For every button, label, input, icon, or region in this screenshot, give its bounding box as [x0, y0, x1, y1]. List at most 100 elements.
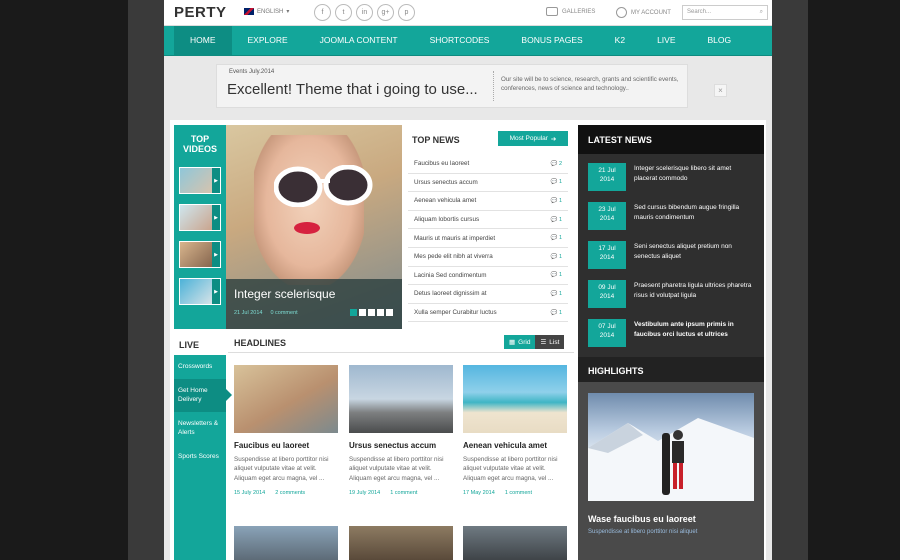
facebook-icon[interactable]: f — [314, 4, 331, 21]
card-date: 19 July 2014 — [349, 490, 381, 497]
language-label: ENGLISH — [257, 8, 284, 15]
count-value: 1 — [558, 235, 562, 242]
slider-dot[interactable] — [386, 309, 393, 316]
ticker-date: Events July.2014 — [229, 69, 275, 75]
grid-view-button[interactable]: ▦ Grid — [504, 335, 536, 349]
comment-count: 💬 1 — [550, 216, 562, 223]
card-comments[interactable]: 1 comment — [505, 490, 532, 496]
hero-title[interactable]: Integer scelerisque — [234, 287, 335, 301]
highlight-image[interactable] — [588, 393, 754, 501]
google-plus-icon[interactable]: g+ — [377, 4, 394, 21]
slider-dot[interactable] — [377, 309, 384, 316]
slider-dot[interactable] — [359, 309, 366, 316]
comment-count: 💬 1 — [550, 197, 562, 204]
grid-label: Grid — [518, 338, 531, 346]
live-item-newsletters[interactable]: Newsletters & Alerts — [174, 412, 226, 445]
news-title: Aliquam lobortis cursus — [414, 216, 480, 224]
card-title[interactable]: Aenean vehicula amet — [463, 441, 567, 450]
news-title: Ursus senectus accum — [414, 178, 478, 186]
card-comments[interactable]: 2 comments — [275, 490, 305, 496]
most-popular-button[interactable]: Most Popular ➔ — [498, 131, 568, 146]
slider-dot[interactable] — [350, 309, 357, 316]
galleries-link[interactable]: GALLERIES — [546, 7, 595, 16]
headline-card[interactable]: Aenean vehicula amet Suspendisse at libe… — [463, 365, 567, 496]
nav-item-bonus-pages[interactable]: BONUS PAGES — [505, 26, 598, 55]
highlight-title[interactable]: Wase faucibus eu laoreet — [588, 514, 696, 524]
uk-flag-icon — [244, 8, 254, 15]
card-text: Suspendisse at libero porttitor nisi ali… — [463, 456, 558, 482]
my-account-link[interactable]: MY ACCOUNT — [616, 7, 671, 18]
live-item-home-delivery[interactable]: Get Home Delivery — [174, 379, 232, 413]
search-icon[interactable]: ⌕ — [760, 9, 763, 16]
list-item[interactable]: 21 Jul 2014 Integer scelerisque libero si… — [588, 163, 758, 193]
live-item-crosswords[interactable]: Crosswords — [174, 355, 226, 379]
headline-card[interactable]: Ursus senectus accum Suspendisse at libe… — [349, 365, 453, 496]
nav-item-blog[interactable]: BLOG — [692, 26, 748, 55]
close-icon[interactable]: × — [714, 84, 727, 97]
news-title: Praesent pharetra ligula ultrices pharet… — [634, 282, 752, 300]
comment-count: 💬 2 — [550, 160, 562, 167]
card-image — [463, 365, 567, 433]
list-item[interactable]: 09 Jul 2014 Praesent pharetra ligula ultr… — [588, 280, 758, 310]
headline-card-image[interactable] — [349, 526, 453, 560]
nav-item-k2[interactable]: K2 — [599, 26, 641, 55]
video-thumb[interactable]: ▶ — [179, 278, 221, 305]
list-item[interactable]: Lacinia Sed condimentum 💬 1 — [408, 267, 568, 286]
nav-item-explore[interactable]: EXPLORE — [232, 26, 304, 55]
video-thumb[interactable]: ▶ — [179, 204, 221, 231]
card-image — [349, 365, 453, 433]
nav-item-joomla-content[interactable]: JOOMLA CONTENT — [304, 26, 414, 55]
list-item[interactable]: Mes pede elit nibh at viverra 💬 1 — [408, 248, 568, 267]
hero-comments[interactable]: 0 comment — [270, 310, 297, 316]
video-thumb[interactable]: ▶ — [179, 167, 221, 194]
card-meta: 15 July 2014 2 comments — [234, 490, 338, 496]
hero-caption: Integer scelerisque 21 Jul 2014 0 commen… — [226, 279, 402, 329]
date-day: 23 Jul — [598, 206, 616, 213]
card-comments[interactable]: 1 comment — [390, 490, 417, 496]
list-item[interactable]: Ursus senectus accum 💬 1 — [408, 174, 568, 193]
headline-card-image[interactable] — [463, 526, 567, 560]
divider — [228, 352, 574, 353]
headline-card[interactable]: Faucibus eu laoreet Suspendisse at liber… — [234, 365, 338, 496]
count-value: 1 — [558, 253, 562, 260]
site-logo[interactable]: PERTY — [174, 4, 227, 21]
list-item[interactable]: Faucibus eu laoreet 💬 2 — [408, 155, 568, 174]
ticker-description: Our site will be to science, research, g… — [501, 76, 679, 93]
language-selector[interactable]: ENGLISH ▾ — [244, 8, 289, 15]
comment-count: 💬 1 — [550, 272, 562, 279]
search-input[interactable]: Search... ⌕ — [682, 5, 768, 20]
video-thumb[interactable]: ▶ — [179, 241, 221, 268]
comment-count: 💬 1 — [550, 290, 562, 297]
list-item[interactable]: Xulla semper Curabitur luctus 💬 1 — [408, 304, 568, 323]
headline-card-image[interactable] — [234, 526, 338, 560]
live-item-sports-scores[interactable]: Sports Scores — [174, 445, 226, 469]
card-title[interactable]: Faucibus eu laoreet — [234, 441, 338, 450]
date-year: 2014 — [599, 292, 615, 300]
search-placeholder: Search... — [687, 9, 712, 15]
list-item[interactable]: 07 Jul 2014 Vestibulum ante ipsum primis … — [588, 319, 758, 349]
list-item[interactable]: Aenean vehicula amet 💬 1 — [408, 192, 568, 211]
comment-count: 💬 1 — [550, 309, 562, 316]
card-title[interactable]: Ursus senectus accum — [349, 441, 453, 450]
top-news-title: TOP NEWS — [412, 135, 460, 145]
news-title: Mes pede elit nibh at viverra — [414, 253, 493, 261]
pinterest-icon[interactable]: p — [398, 4, 415, 21]
list-view-button[interactable]: ☰ List — [535, 335, 565, 349]
nav-item-live[interactable]: LIVE — [641, 26, 691, 55]
linkedin-icon[interactable]: in — [356, 4, 373, 21]
twitter-icon[interactable]: t — [335, 4, 352, 21]
list-item[interactable]: Detus laoreet dignissim at 💬 1 — [408, 285, 568, 304]
list-item[interactable]: Aliquam lobortis cursus 💬 1 — [408, 211, 568, 230]
hero-slider[interactable]: Integer scelerisque 21 Jul 2014 0 commen… — [226, 125, 402, 329]
list-item[interactable]: 17 Jul 2014 Seni senectus aliquet pretium… — [588, 241, 758, 271]
ticker-title[interactable]: Excellent! Theme that i going to use... — [227, 81, 478, 98]
card-date: 17 May 2014 — [463, 490, 495, 497]
slider-dot[interactable] — [368, 309, 375, 316]
card-text: Suspendisse at libero porttitor nisi ali… — [234, 456, 329, 482]
list-item[interactable]: Mauris ut mauris at imperdiet 💬 1 — [408, 229, 568, 248]
camera-icon — [546, 7, 558, 16]
nav-item-home[interactable]: HOME — [174, 26, 232, 55]
nav-item-shortcodes[interactable]: SHORTCODES — [414, 26, 506, 55]
live-panel: LIVE Crosswords Get Home Delivery Newsle… — [174, 331, 232, 560]
list-item[interactable]: 23 Jul 2014 Sed cursus bibendum augue fri… — [588, 202, 758, 232]
